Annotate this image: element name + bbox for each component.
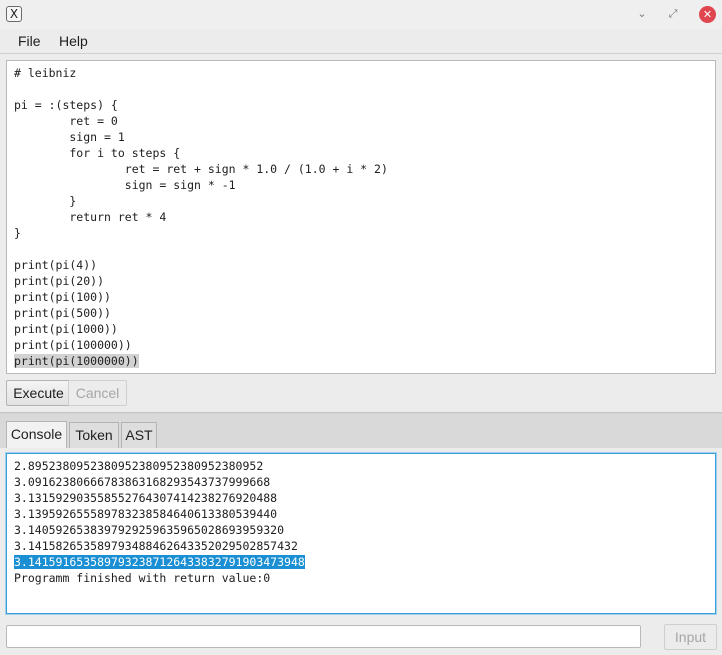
tab-ast[interactable]: AST xyxy=(121,422,157,448)
code-line-text: print(pi(500)) xyxy=(14,306,111,320)
code-line-text: } xyxy=(14,226,21,240)
console-line: 3.131592903558552764307414238276920488 xyxy=(14,490,715,506)
maximize-icon[interactable]: ⤢ xyxy=(665,6,681,22)
execute-button[interactable]: Execute xyxy=(6,380,71,406)
tab-token[interactable]: Token xyxy=(69,422,119,448)
console-output[interactable]: 2.8952380952380952380952380952380952 3.09… xyxy=(6,453,716,614)
code-line-text: print(pi(4)) xyxy=(14,258,98,272)
console-line: 3.09162380666783863168293543737999668 xyxy=(14,474,715,490)
app-icon: X xyxy=(6,6,22,22)
input-field[interactable] xyxy=(6,625,641,648)
close-icon[interactable]: ✕ xyxy=(699,6,716,23)
menu-file[interactable]: File xyxy=(18,33,41,49)
code-line: for i to steps { xyxy=(14,145,715,161)
console-line: Programm finished with return value:0 xyxy=(14,570,715,586)
console-line: 3.14159165358979323871264338327919034739… xyxy=(14,554,715,570)
cancel-button[interactable]: Cancel xyxy=(68,380,127,406)
input-button[interactable]: Input xyxy=(664,624,717,650)
code-line: pi = :(steps) { xyxy=(14,97,715,113)
tab-console[interactable]: Console xyxy=(6,421,67,449)
code-editor[interactable]: # leibniz pi = :(steps) { ret = 0 sign = … xyxy=(6,60,716,374)
code-line-text: print(pi(100000)) xyxy=(14,338,132,352)
code-line-text: return ret * 4 xyxy=(14,210,167,224)
code-line-text: for i to steps { xyxy=(14,146,181,160)
code-line-text: } xyxy=(14,194,77,208)
code-line: sign = 1 xyxy=(14,129,715,145)
tab-strip: Console Token AST xyxy=(0,415,722,449)
code-line-text: ret = 0 xyxy=(14,114,118,128)
code-line: print(pi(100000)) xyxy=(14,337,715,353)
minimize-icon[interactable]: ⌄ xyxy=(634,6,650,22)
code-line-text: pi = :(steps) { xyxy=(14,98,118,112)
code-line-text: print(pi(1000)) xyxy=(14,322,118,336)
code-line: return ret * 4 xyxy=(14,209,715,225)
console-line-text: 3.131592903558552764307414238276920488 xyxy=(14,491,278,505)
console-line: 2.8952380952380952380952380952380952 xyxy=(14,458,715,474)
code-line-text: print(pi(20)) xyxy=(14,274,105,288)
code-line-text: ret = ret + sign * 1.0 / (1.0 + i * 2) xyxy=(14,162,388,176)
code-line-text: # leibniz xyxy=(14,66,77,80)
console-line: 3.1405926538397929259635965028693959320 xyxy=(14,522,715,538)
console-line-text: 3.139592655589783238584640613380539440 xyxy=(14,507,278,521)
code-line: ret = ret + sign * 1.0 / (1.0 + i * 2) xyxy=(14,161,715,177)
code-line: print(pi(20)) xyxy=(14,273,715,289)
console-line-text: 2.8952380952380952380952380952380952 xyxy=(14,459,264,473)
console-line: 3.14158265358979348846264335202950285743… xyxy=(14,538,715,554)
code-line: print(pi(1000000)) xyxy=(14,353,715,369)
console-line-text: Programm finished with return value:0 xyxy=(14,571,271,585)
console-line: 3.139592655589783238584640613380539440 xyxy=(14,506,715,522)
code-line: ret = 0 xyxy=(14,113,715,129)
code-line-text: sign = 1 xyxy=(14,130,125,144)
code-line-text: print(pi(100)) xyxy=(14,290,111,304)
code-line: } xyxy=(14,193,715,209)
console-line-text: 3.14159165358979323871264338327919034739… xyxy=(14,555,305,569)
code-line: print(pi(100)) xyxy=(14,289,715,305)
title-bar: X ⌄ ⤢ ✕ xyxy=(0,0,722,29)
code-line: print(pi(500)) xyxy=(14,305,715,321)
code-line-text: sign = sign * -1 xyxy=(14,178,236,192)
menu-help[interactable]: Help xyxy=(59,33,88,49)
code-line-text: print(pi(1000000)) xyxy=(14,354,139,368)
code-line: print(pi(1000)) xyxy=(14,321,715,337)
code-line: } xyxy=(14,225,715,241)
console-line-text: 3.1405926538397929259635965028693959320 xyxy=(14,523,285,537)
code-line: sign = sign * -1 xyxy=(14,177,715,193)
code-line: print(pi(4)) xyxy=(14,257,715,273)
menu-bar: File Help xyxy=(0,29,722,54)
console-line-text: 3.14158265358979348846264335202950285743… xyxy=(14,539,298,553)
console-line-text: 3.09162380666783863168293543737999668 xyxy=(14,475,271,489)
code-line: # leibniz xyxy=(14,65,715,81)
